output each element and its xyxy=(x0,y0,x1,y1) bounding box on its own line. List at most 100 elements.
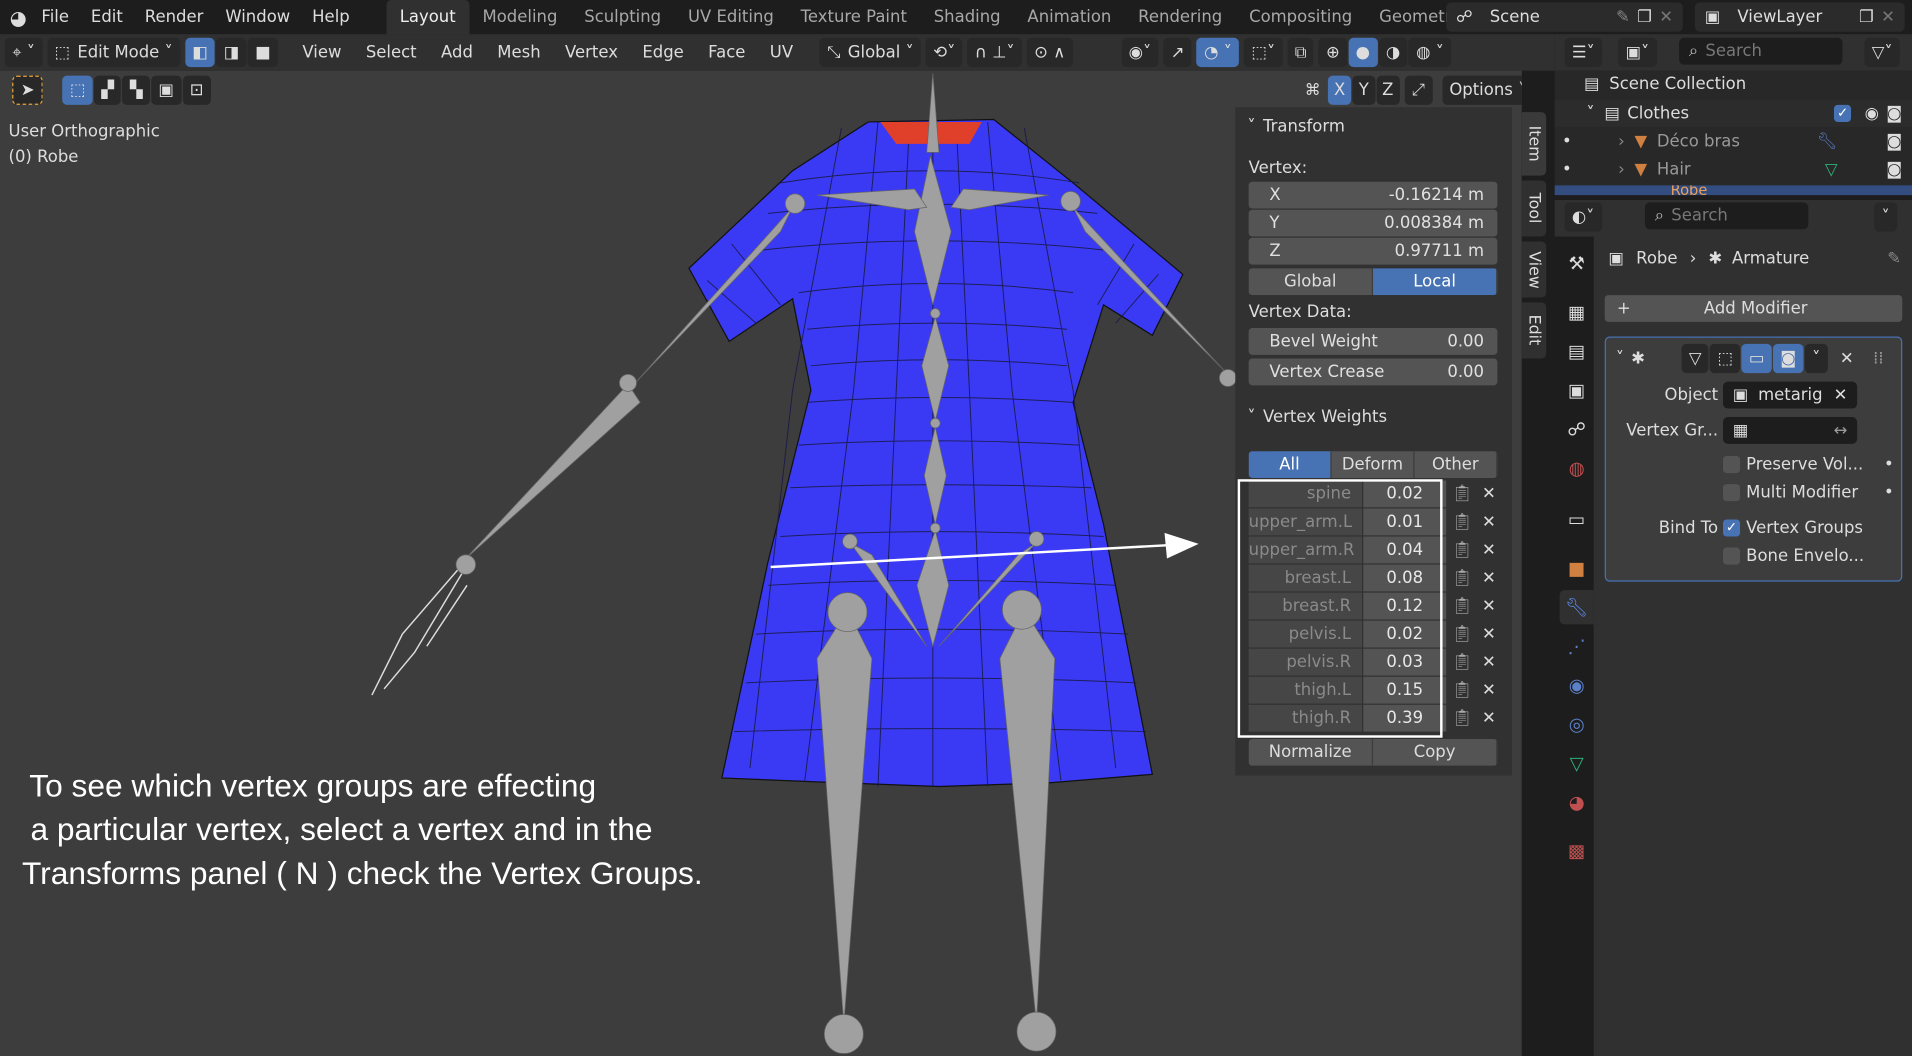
viewport-toggle-icon[interactable]: ▭ xyxy=(1741,343,1772,374)
tab-uv-editing[interactable]: UV Editing xyxy=(675,0,788,34)
tab-animation[interactable]: Animation xyxy=(1014,0,1125,34)
vertex-select-mode-button[interactable]: ◧ xyxy=(184,37,216,68)
delete-weight-icon[interactable]: ✕ xyxy=(1475,508,1502,535)
tab-item[interactable]: Item xyxy=(1521,112,1547,176)
add-modifier-button[interactable]: + Add Modifier xyxy=(1604,295,1903,322)
menu-mesh[interactable]: Mesh xyxy=(497,43,540,63)
xray-icon[interactable]: ⧉ xyxy=(1287,37,1314,68)
delete-weight-icon[interactable]: ✕ xyxy=(1475,649,1502,676)
edit-mode-toggle-icon[interactable]: ▽ xyxy=(1681,343,1709,374)
transform-orientation-selector[interactable]: ⤡ Global ˅ xyxy=(819,37,922,68)
filter-other[interactable]: Other xyxy=(1414,451,1498,479)
properties-search-input[interactable]: ⌕ Search xyxy=(1644,202,1809,230)
delete-weight-icon[interactable]: ✕ xyxy=(1475,593,1502,620)
overlays-icon[interactable]: ◔ ˅ xyxy=(1196,37,1240,68)
multi-modifier-checkbox[interactable]: Multi Modifier • xyxy=(1722,483,1894,502)
vertex-z-field[interactable]: Z 0.97711 m xyxy=(1248,237,1498,265)
paste-weight-icon[interactable]: 📋︎ xyxy=(1449,537,1476,564)
close-icon[interactable]: ✕ xyxy=(1659,7,1673,27)
tab-shading[interactable]: Shading xyxy=(920,0,1014,34)
camera-icon[interactable]: ◙ xyxy=(1886,132,1902,152)
delete-weight-icon[interactable]: ✕ xyxy=(1475,677,1502,704)
editor-type-icon[interactable]: ⌖ ˅ xyxy=(4,37,43,68)
tab-rendering[interactable]: Rendering xyxy=(1125,0,1236,34)
global-button[interactable]: Global xyxy=(1248,268,1374,296)
vertex-x-field[interactable]: X -0.16214 m xyxy=(1248,181,1498,209)
constraints-tab-icon[interactable]: ◎ xyxy=(1560,707,1594,741)
camera-icon[interactable]: ◙ xyxy=(1886,104,1902,124)
tab-view[interactable]: View xyxy=(1521,241,1547,298)
tab-layout[interactable]: Layout xyxy=(386,0,470,35)
eye-icon[interactable]: ◉ xyxy=(1865,104,1879,124)
modifier-tab-icon[interactable]: 🔧︎ xyxy=(1559,590,1594,625)
collection-row[interactable]: ˅ ▤ Clothes ✓ ◉ ◙ xyxy=(1554,99,1912,127)
output-tab-icon[interactable]: ▤ xyxy=(1560,334,1594,368)
menu-uv[interactable]: UV xyxy=(770,43,793,63)
menu-add[interactable]: Add xyxy=(441,43,473,63)
view-layer-tab-icon[interactable]: ▣ xyxy=(1560,373,1594,407)
vertex-groups-checkbox[interactable]: ✓ Vertex Groups xyxy=(1722,518,1863,538)
paste-weight-icon[interactable]: 📋︎ xyxy=(1449,508,1476,535)
checkbox[interactable] xyxy=(1722,484,1741,502)
tool-tab-icon[interactable]: ⚒ xyxy=(1560,246,1594,280)
proportional-edit-icon[interactable]: ⊙ ∧ xyxy=(1026,37,1073,68)
checkbox[interactable] xyxy=(1722,547,1741,565)
menu-render[interactable]: Render xyxy=(145,7,204,27)
world-tab-icon[interactable]: ◍ xyxy=(1560,451,1594,485)
collection-tab-icon[interactable]: ▭ xyxy=(1560,502,1594,536)
tab-sculpting[interactable]: Sculpting xyxy=(571,0,675,34)
paste-weight-icon[interactable]: 📋︎ xyxy=(1449,480,1476,507)
duplicate-icon[interactable]: ❐ xyxy=(1859,7,1874,27)
vertex-y-field[interactable]: Y 0.008384 m xyxy=(1248,209,1498,237)
paste-weight-icon[interactable]: 📋︎ xyxy=(1449,705,1476,732)
delete-weight-icon[interactable]: ✕ xyxy=(1475,705,1502,732)
copy-button[interactable]: Copy xyxy=(1373,738,1498,766)
checkbox[interactable] xyxy=(1722,456,1741,474)
display-mode-icon[interactable]: ▣˅ xyxy=(1618,37,1657,68)
edge-select-mode-button[interactable]: ◨ xyxy=(216,37,247,68)
menu-view[interactable]: View xyxy=(302,43,341,63)
clear-icon[interactable]: ✕ xyxy=(1834,385,1848,405)
drag-handle-icon[interactable]: ⁞⁞ xyxy=(1873,349,1883,369)
material-tab-icon[interactable]: ◕ xyxy=(1560,785,1594,819)
mesh-overlays-icon[interactable]: ⬚˅ xyxy=(1244,37,1283,68)
particles-tab-icon[interactable]: ⋰ xyxy=(1560,629,1594,663)
vertex-group-field[interactable]: ▦ ↔ xyxy=(1722,417,1858,444)
pivot-point-icon[interactable]: ⟲˅ xyxy=(925,37,963,68)
tab-texture-paint[interactable]: Texture Paint xyxy=(787,0,920,34)
cage-toggle-icon[interactable]: ⬚ xyxy=(1710,343,1741,374)
delete-weight-icon[interactable]: ✕ xyxy=(1475,565,1502,592)
duplicate-icon[interactable]: ❐ xyxy=(1637,7,1652,27)
tab-tool[interactable]: Tool xyxy=(1521,180,1547,237)
delete-weight-icon[interactable]: ✕ xyxy=(1475,537,1502,564)
local-button[interactable]: Local xyxy=(1373,268,1498,296)
paste-weight-icon[interactable]: 📋︎ xyxy=(1449,649,1476,676)
data-tab-icon[interactable]: ▽ xyxy=(1560,746,1594,780)
filter-icon[interactable]: ▽˅ xyxy=(1864,37,1900,68)
vertex-weights-panel-header[interactable]: ˅ Vertex Weights xyxy=(1247,407,1387,427)
filter-deform[interactable]: Deform xyxy=(1331,451,1415,479)
vertex-crease-field[interactable]: Vertex Crease 0.00 xyxy=(1248,358,1498,386)
paste-weight-icon[interactable]: 📋︎ xyxy=(1449,621,1476,648)
object-field[interactable]: ▣ metarig ✕ xyxy=(1722,381,1858,409)
delete-weight-icon[interactable]: ✕ xyxy=(1475,480,1502,507)
delete-weight-icon[interactable]: ✕ xyxy=(1475,621,1502,648)
render-toggle-icon[interactable]: ◙ xyxy=(1772,343,1804,374)
scene-selector[interactable]: ☍ Scene ✎ ❐ ✕ xyxy=(1446,2,1683,32)
blender-logo-icon[interactable]: ◕ xyxy=(10,5,27,28)
paste-weight-icon[interactable]: 📋︎ xyxy=(1449,677,1476,704)
bone-envelopes-checkbox[interactable]: Bone Envelo... xyxy=(1722,546,1864,566)
pin-icon[interactable]: ✎ xyxy=(1887,249,1901,269)
outliner-search-input[interactable]: ⌕ Search xyxy=(1679,37,1843,65)
chevron-down-icon[interactable]: ˅ xyxy=(1616,349,1624,369)
mode-selector[interactable]: ⬚ Edit Mode ˅ xyxy=(47,37,181,68)
exclude-checkbox[interactable]: ✓ xyxy=(1834,104,1852,122)
bevel-weight-field[interactable]: Bevel Weight 0.00 xyxy=(1248,328,1498,355)
menu-face[interactable]: Face xyxy=(708,43,745,63)
tab-modeling[interactable]: Modeling xyxy=(469,0,571,34)
modifier-menu-icon[interactable]: ˅ xyxy=(1804,343,1828,374)
menu-select[interactable]: Select xyxy=(366,43,417,63)
delete-modifier-icon[interactable]: ✕ xyxy=(1840,349,1854,369)
texture-tab-icon[interactable]: ▩ xyxy=(1560,834,1594,868)
shading-material-icon[interactable]: ◑ xyxy=(1378,37,1408,68)
